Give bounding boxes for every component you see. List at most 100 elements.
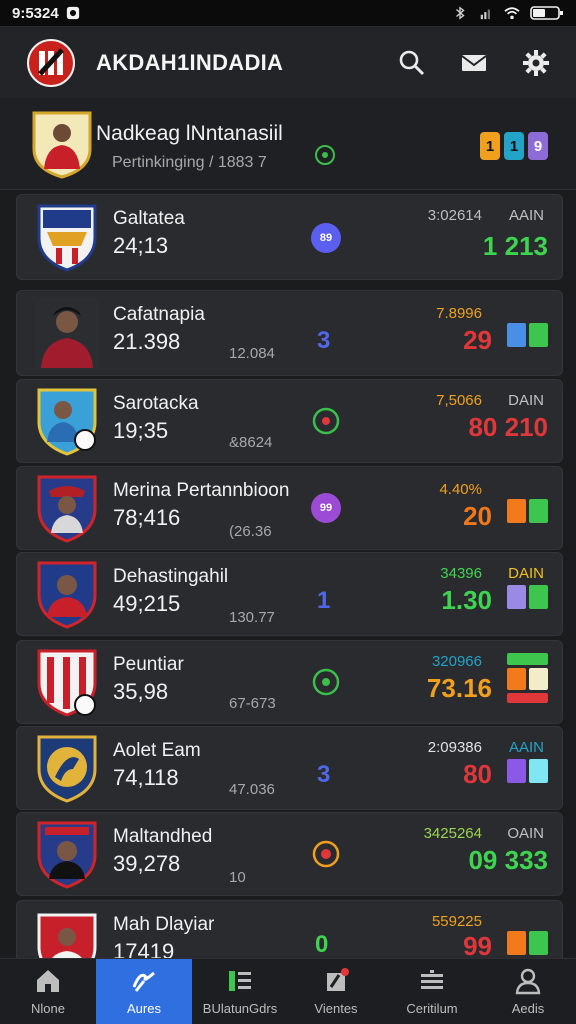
status-bar: 9:5324: [0, 0, 576, 26]
team-score: 39,278: [113, 851, 181, 876]
form-bar: [507, 693, 548, 703]
notification-icon: [66, 6, 79, 20]
chip-3: 9: [528, 132, 548, 160]
app-bar: AKDAH1INDADIA: [0, 26, 576, 98]
team-stat-label: 3425264: [423, 825, 482, 842]
team-name: Cafatnapia: [113, 304, 205, 325]
nav-standings[interactable]: Ceritilum: [384, 959, 480, 1024]
team-stat-label: 559225: [431, 913, 482, 930]
team-card[interactable]: Dehastingahil 49;215 130.77 1 34396 DAIN…: [16, 552, 563, 636]
team-card[interactable]: Merina Pertannbioon 78;416 (26.36 99 4.4…: [16, 466, 563, 550]
team-stat-label: 320966: [431, 653, 482, 670]
team-sub-stat: 67-673: [229, 695, 276, 712]
team-stat-tag: AAIN: [508, 207, 544, 224]
player-photo-icon: [35, 298, 99, 368]
team-stat-value: 80 210: [468, 412, 548, 443]
team-crest-icon: [37, 204, 97, 272]
team-name: Aolet Eam: [113, 740, 201, 761]
team-card[interactable]: Aolet Eam 74,118 47.036 3 2:09386 AAIN 8…: [16, 726, 563, 810]
team-stat-tag: DAIN: [508, 392, 544, 409]
form-bars: [507, 585, 548, 609]
team-score: 19;35: [113, 418, 169, 443]
team-card[interactable]: Peuntiar 35,98 67-673 320966 73.16: [16, 640, 563, 724]
team-stat-label: 4.40%: [439, 481, 482, 498]
team-name: Galtatea: [113, 208, 185, 229]
featured-team-sub: Pertinkinging / 1883 7: [112, 154, 267, 171]
team-crest-icon: [37, 649, 97, 717]
team-stat-value: 80: [463, 759, 492, 789]
team-card[interactable]: Galtatea 24;13 89 3:02614 AAIN 1 213: [16, 194, 563, 280]
form-bar: [507, 499, 526, 523]
team-card[interactable]: Maltandhed 39,278 10 3425264 OAIN 09 333: [16, 812, 563, 896]
team-crest-icon: [37, 821, 97, 889]
nav-standings-label: Ceritilum: [406, 1001, 458, 1016]
nav-scores[interactable]: Aures: [96, 959, 192, 1024]
form-bar: [529, 668, 548, 690]
nav-home-label: Nlone: [31, 1001, 65, 1016]
search-icon[interactable]: [398, 49, 426, 77]
match-badge: 89: [311, 223, 341, 253]
featured-team-card[interactable]: Nadkeag lNntanasiil Pertinkinging / 1883…: [0, 98, 576, 190]
team-sub-stat: 10: [229, 869, 246, 886]
nav-scores-label: Aures: [127, 1001, 161, 1016]
nav-events[interactable]: Vientes: [288, 959, 384, 1024]
nav-profile-label: Aedis: [511, 1001, 545, 1016]
chip-2: 1: [504, 132, 524, 160]
team-crest-icon: [37, 735, 97, 803]
gear-icon[interactable]: [522, 49, 550, 77]
match-status-icon: [312, 668, 340, 696]
team-stat-label: 7,5066: [436, 392, 482, 409]
team-sub-stat: 130.77: [229, 609, 275, 626]
form-bar: [507, 323, 526, 347]
match-number: 3: [317, 761, 331, 788]
match-number: 3: [317, 327, 331, 354]
pulse-icon: [132, 971, 155, 992]
mail-icon[interactable]: [460, 49, 488, 77]
nav-home[interactable]: Nlone: [0, 959, 96, 1024]
team-stat-label: 7.8996: [436, 305, 482, 322]
team-stat-value: 1.30: [441, 585, 492, 615]
form-bar: [529, 585, 548, 609]
team-crest-icon: [37, 388, 97, 456]
nav-lineups[interactable]: BUlatunGdrs: [192, 959, 288, 1024]
team-score: 49;215: [113, 591, 181, 616]
team-sub-stat: 47.036: [229, 781, 275, 798]
team-card[interactable]: Cafatnapia 21.398 12.084 3 7.8996 29: [16, 290, 563, 376]
team-stat-value: 09 333: [468, 845, 548, 875]
status-time: 9:5324: [12, 5, 81, 22]
live-indicator-icon: [315, 145, 335, 165]
team-sub-stat: (26.36: [229, 523, 272, 540]
team-name: Mah Dlayiar: [113, 914, 215, 935]
chip-1: 1: [480, 132, 500, 160]
team-card[interactable]: Mah Dlayiar 17419 0 559225 99: [16, 900, 563, 981]
form-bars: [507, 653, 548, 703]
team-stat-tag: OAIN: [507, 825, 544, 842]
team-stat-value: 1 213: [482, 231, 548, 261]
team-score: 78;416: [113, 505, 181, 530]
app-logo-icon[interactable]: [26, 38, 76, 88]
team-stat-tag: AAIN: [508, 739, 544, 756]
team-photo-icon: [32, 111, 92, 179]
team-card[interactable]: Sarotacka 19;35 &8624 7,5066 DAIN 80 210: [16, 379, 563, 463]
team-name: Merina Pertannbioon: [113, 480, 290, 501]
team-stat-value: 73.16: [426, 673, 492, 703]
nav-profile[interactable]: Aedis: [480, 959, 576, 1024]
nav-lineups-label: BUlatunGdrs: [202, 1001, 278, 1016]
form-bar: [507, 585, 526, 609]
signal-icon: [480, 9, 490, 20]
form-bar: [507, 759, 526, 783]
form-bar: [529, 499, 548, 523]
form-bars: [507, 499, 548, 523]
flag-icon: [327, 968, 349, 991]
team-score: 24;13: [113, 233, 169, 258]
team-name: Maltandhed: [113, 826, 213, 847]
battery-icon: [530, 6, 563, 20]
team-stat-tag: DAIN: [508, 565, 544, 582]
home-icon: [37, 970, 59, 992]
team-name: Dehastingahil: [113, 566, 229, 587]
team-score: 35,98: [113, 679, 169, 704]
team-name: Sarotacka: [113, 393, 199, 414]
form-bar: [529, 759, 548, 783]
form-bar: [529, 323, 548, 347]
team-stat-label: 3:02614: [427, 207, 482, 224]
